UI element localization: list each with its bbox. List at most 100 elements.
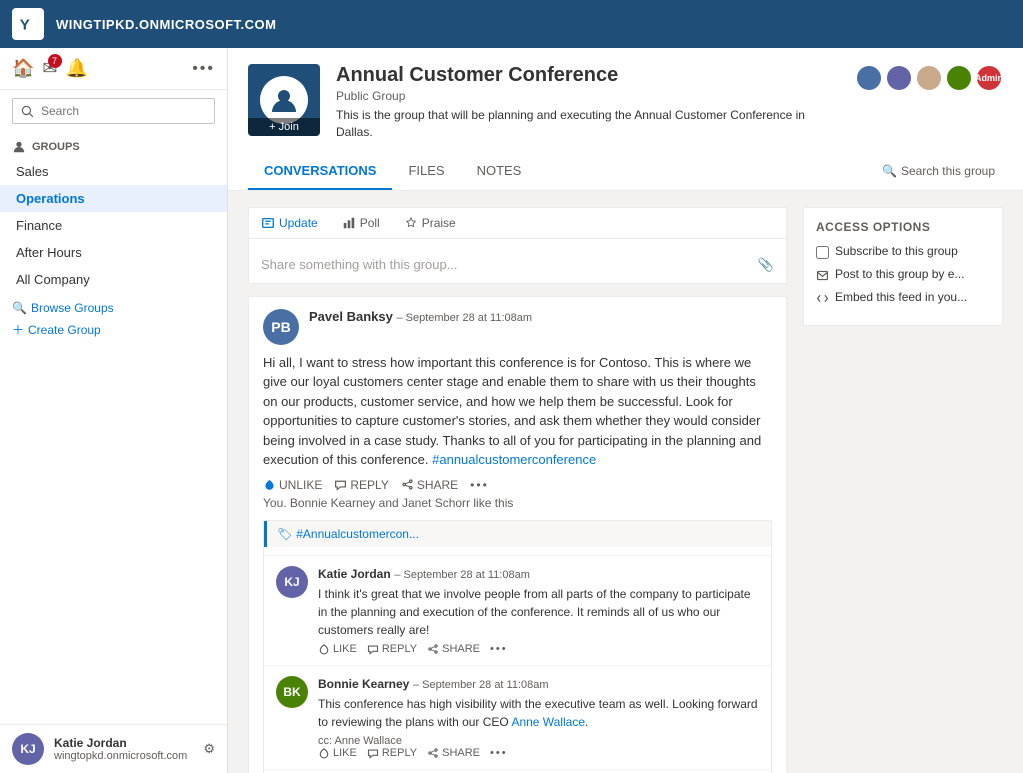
compose-praise-button[interactable]: Praise [392, 208, 468, 238]
share-button[interactable]: SHARE [401, 478, 458, 492]
reply-time-katie: – September 28 at 11:08am [394, 569, 530, 581]
sidebar-item-after-hours[interactable]: After Hours [0, 239, 227, 266]
post-hashtag-link[interactable]: #annualcustomerconference [432, 452, 596, 467]
feed-sidebar: ACCESS OPTIONS Subscribe to this group P… [803, 207, 1003, 757]
tab-files[interactable]: FILES [392, 153, 460, 190]
sidebar-item-operations[interactable]: Operations [0, 185, 227, 212]
post-author-name[interactable]: Pavel Banksy [309, 309, 393, 324]
group-name: Annual Customer Conference [336, 64, 839, 87]
compose-update-button[interactable]: Update [249, 208, 330, 238]
reply-share-button-katie[interactable]: SHARE [427, 643, 480, 655]
attachment-icon[interactable]: 📎 [758, 257, 774, 273]
post-header: PB Pavel Banksy – September 28 at 11:08a… [263, 309, 772, 345]
post-timestamp: – September 28 at 11:08am [396, 312, 532, 324]
sidebar-search-container [0, 90, 227, 132]
post-body: Hi all, I want to stress how important t… [263, 353, 772, 470]
svg-text:Y: Y [20, 17, 30, 34]
compose-poll-button[interactable]: Poll [330, 208, 392, 238]
create-group-link[interactable]: ＋ Create Group [12, 321, 215, 338]
reply-author-bonnie[interactable]: Bonnie Kearney [318, 677, 409, 691]
post-meta: Pavel Banksy – September 28 at 11:08am [309, 309, 772, 345]
reply-reply-button-katie[interactable]: REPLY [367, 643, 417, 655]
current-user-avatar: KJ [12, 733, 44, 765]
group-search[interactable]: 🔍 Search this group [874, 156, 1003, 186]
group-header-top: + Join Annual Customer Conference Public… [248, 64, 1003, 141]
group-logo-inner [260, 76, 308, 124]
reply-button[interactable]: REPLY [334, 478, 388, 492]
group-logo: + Join [248, 64, 320, 136]
notification-badge: 7 [48, 54, 62, 68]
reply-katie: KJ Katie Jordan – September 28 at 11:08a… [264, 555, 771, 665]
reply-avatar-bonnie: BK [276, 676, 308, 708]
subscribe-checkbox[interactable] [816, 246, 829, 259]
sidebar-nav: 🏠 ✉ 7 🔔 ••• [0, 48, 227, 90]
reply-more-icon-bonnie[interactable]: ••• [490, 747, 508, 759]
feed-main: Update Poll Praise Share something with … [248, 207, 787, 757]
reply-like-button-katie[interactable]: LIKE [318, 643, 357, 655]
mention-anne-wallace[interactable]: Anne Wallace [511, 715, 585, 729]
compose-input[interactable]: Share something with this group... 📎 [249, 247, 786, 283]
topbar: Y WINGTIPKD.ONMICROSOFT.COM [0, 0, 1023, 48]
reply-actions-katie: LIKE REPLY SHARE [318, 643, 759, 655]
reply-content-katie: Katie Jordan – September 28 at 11:08am I… [318, 566, 759, 655]
group-description: This is the group that will be planning … [336, 107, 836, 141]
member-avatar-admin: Admin [975, 64, 1003, 92]
sidebar-item-sales[interactable]: Sales [0, 158, 227, 185]
sidebar-item-all-company[interactable]: All Company [0, 266, 227, 293]
reply-author-katie[interactable]: Katie Jordan [318, 567, 391, 581]
post-author-avatar: PB [263, 309, 299, 345]
search-input[interactable] [12, 98, 215, 124]
tab-conversations[interactable]: CONVERSATIONS [248, 153, 392, 190]
member-avatar-4 [945, 64, 973, 92]
compose-box: Update Poll Praise Share something with … [248, 207, 787, 284]
reply-time-bonnie: – September 28 at 11:08am [413, 679, 549, 691]
main-post: PB Pavel Banksy – September 28 at 11:08a… [248, 296, 787, 773]
group-tabs-row: CONVERSATIONS FILES NOTES 🔍 Search this … [248, 153, 1003, 190]
sidebar-links: 🔍 Browse Groups ＋ Create Group [0, 293, 227, 346]
reply-body-katie: I think it's great that we involve peopl… [318, 585, 759, 639]
home-icon[interactable]: 🏠 [12, 58, 34, 79]
sidebar-item-finance[interactable]: Finance [0, 212, 227, 239]
join-button[interactable]: + Join [248, 118, 320, 136]
reply-like-button-bonnie[interactable]: LIKE [318, 747, 357, 759]
bell-icon[interactable]: 🔔 [66, 58, 88, 79]
reply-content-bonnie: Bonnie Kearney – September 28 at 11:08am… [318, 676, 759, 759]
settings-icon[interactable]: ⚙ [203, 741, 215, 757]
group-member-avatars: Admin [855, 64, 1003, 92]
member-avatar-3 [915, 64, 943, 92]
tab-notes[interactable]: NOTES [461, 153, 538, 190]
reply-more-icon-katie[interactable]: ••• [490, 643, 508, 655]
thread-container: 🏷 #Annualcustomercon... KJ Katie Jordan [263, 520, 772, 773]
search-icon: 🔍 [882, 164, 897, 178]
sidebar: 🏠 ✉ 7 🔔 ••• GROUPS Sales Operations Fina… [0, 48, 228, 773]
thread-tag[interactable]: 🏷 #Annualcustomercon... [264, 521, 771, 547]
more-options-icon[interactable]: ••• [192, 60, 215, 78]
member-avatar-1 [855, 64, 883, 92]
group-info: Annual Customer Conference Public Group … [336, 64, 839, 141]
groups-section-header: GROUPS [0, 132, 227, 158]
reply-share-button-bonnie[interactable]: SHARE [427, 747, 480, 759]
content-area: + Join Annual Customer Conference Public… [228, 48, 1023, 773]
post-actions: UNLIKE REPLY SHARE ••• [263, 478, 772, 492]
write-reply-container: Write a reply 📎 [264, 769, 771, 773]
domain-label: WINGTIPKD.ONMICROSOFT.COM [56, 17, 277, 32]
reply-cc-bonnie: cc: Anne Wallace [318, 735, 759, 747]
browse-groups-link[interactable]: 🔍 Browse Groups [12, 301, 215, 315]
reply-bonnie: BK Bonnie Kearney – September 28 at 11:0… [264, 665, 771, 769]
yammer-logo[interactable]: Y [12, 8, 44, 40]
sidebar-footer: KJ Katie Jordan wingtopkd.onmicrosoft.co… [0, 724, 227, 773]
reply-actions-bonnie: LIKE REPLY SHARE [318, 747, 759, 759]
reply-avatar-katie: KJ [276, 566, 308, 598]
group-header: + Join Annual Customer Conference Public… [228, 48, 1023, 191]
group-tabs: CONVERSATIONS FILES NOTES [248, 153, 537, 190]
access-options-title: ACCESS OPTIONS [816, 220, 990, 234]
unlike-button[interactable]: UNLIKE [263, 478, 322, 492]
compose-actions: Update Poll Praise [249, 208, 786, 239]
post-likes: You. Bonnie Kearney and Janet Schorr lik… [263, 496, 772, 510]
current-user-name: Katie Jordan [54, 736, 193, 750]
mail-icon[interactable]: ✉ 7 [42, 58, 57, 79]
group-type: Public Group [336, 89, 839, 103]
access-option-subscribe: Subscribe to this group [816, 244, 990, 259]
more-actions-icon[interactable]: ••• [470, 478, 489, 492]
reply-reply-button-bonnie[interactable]: REPLY [367, 747, 417, 759]
